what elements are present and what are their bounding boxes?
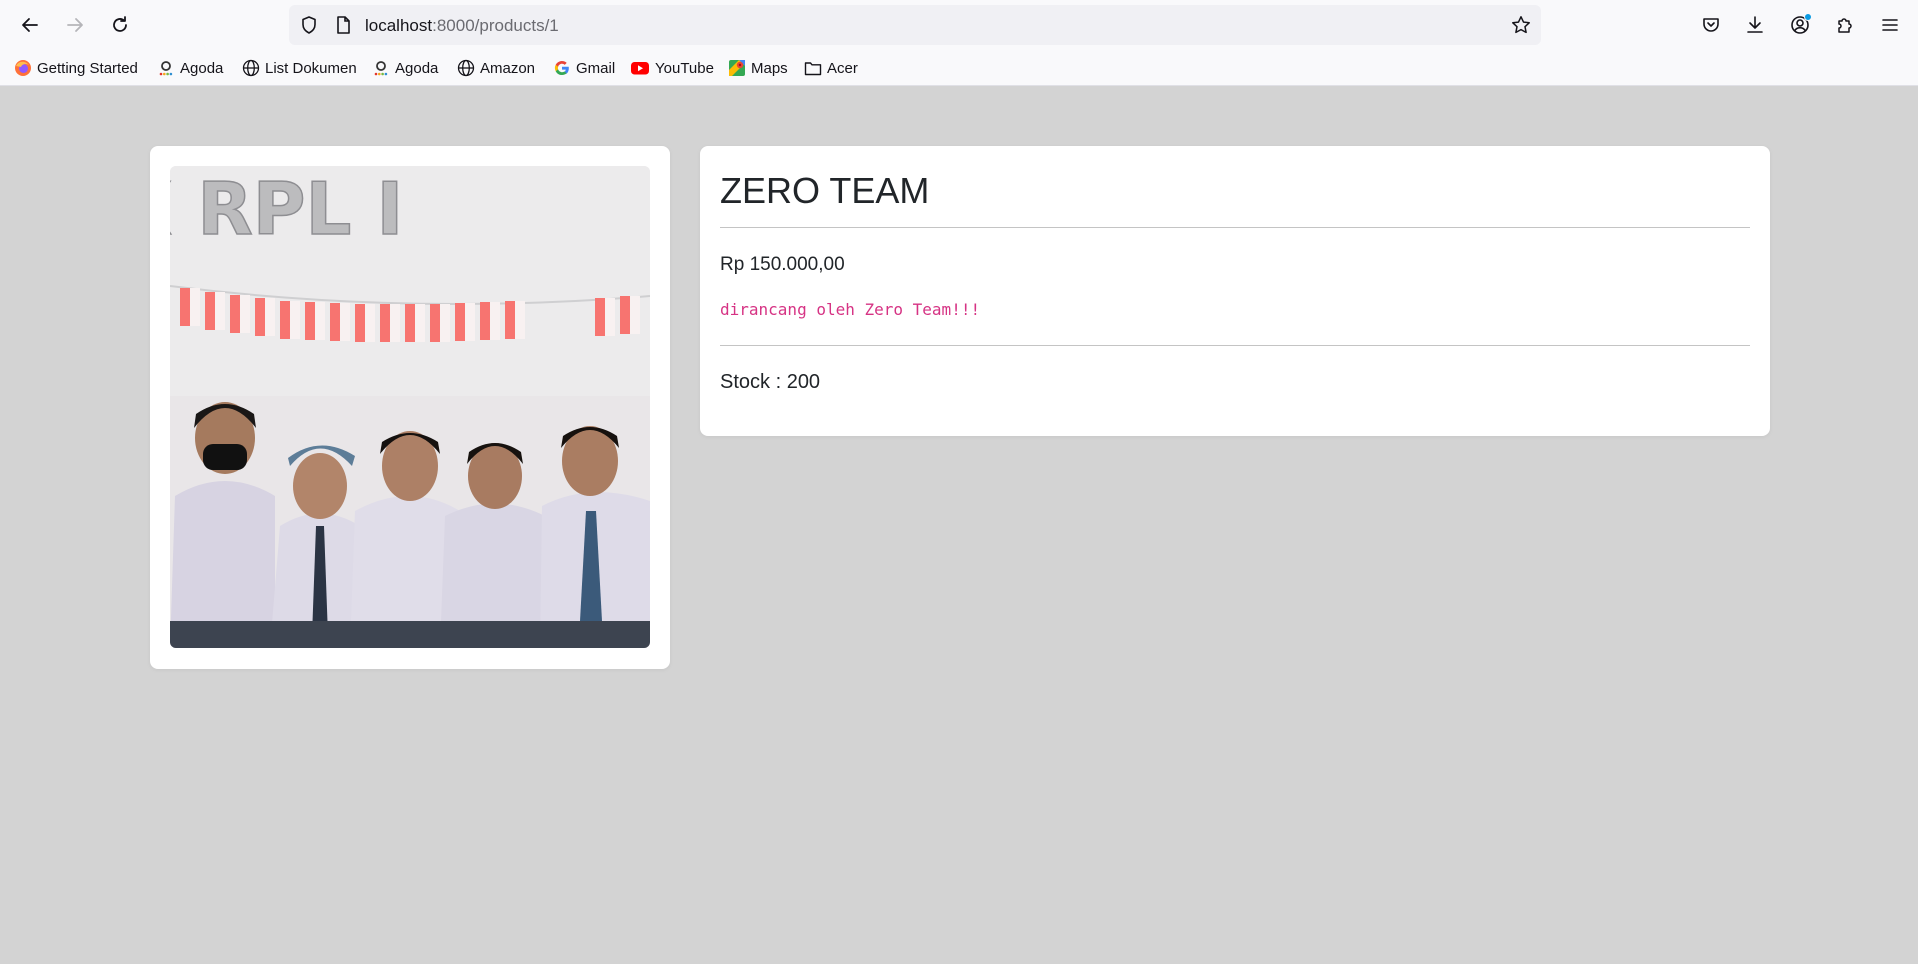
agoda-icon: [372, 59, 390, 77]
bookmark-label: Agoda: [180, 59, 224, 77]
product-title: ZERO TEAM: [720, 170, 930, 211]
bookmark-label: List Dokumen: [265, 59, 357, 77]
bookmark-label: Gmail: [576, 59, 616, 77]
bookmark-acer-folder[interactable]: Acer: [804, 57, 858, 79]
bookmark-youtube[interactable]: YouTube: [630, 57, 714, 79]
shield-icon[interactable]: [299, 15, 319, 35]
pocket-icon: [1703, 18, 1719, 32]
back-button[interactable]: [13, 8, 47, 42]
bookmarks-bar: Getting Started Agoda List Dokumen Agoda…: [0, 50, 1918, 86]
url-bar[interactable]: localhost:8000/products/1: [289, 5, 1541, 45]
notification-dot: [1804, 13, 1812, 21]
product-image: X RPL I: [170, 166, 650, 648]
youtube-icon: [630, 59, 650, 77]
bookmark-gmail[interactable]: Gmail: [553, 57, 615, 79]
page-icon[interactable]: [333, 15, 353, 35]
bookmark-getting-started[interactable]: Getting Started: [14, 57, 138, 79]
bookmark-label: Getting Started: [37, 59, 138, 77]
pocket-button[interactable]: [1694, 8, 1728, 42]
bookmark-agoda[interactable]: Agoda: [157, 57, 223, 79]
globe-icon: [242, 59, 260, 77]
downloads-button[interactable]: [1738, 8, 1772, 42]
product-image-card: X RPL I: [150, 146, 670, 669]
reload-button[interactable]: [103, 8, 137, 42]
menu-button[interactable]: [1873, 8, 1907, 42]
product-stock: Stock : 200: [720, 371, 821, 393]
product-description: dirancang oleh Zero Team!!!: [720, 300, 981, 319]
bookmark-label: Amazon: [480, 59, 536, 77]
divider: [720, 227, 1750, 228]
bookmark-amazon[interactable]: Amazon: [457, 57, 535, 79]
download-icon: [1747, 16, 1763, 33]
account-button[interactable]: [1783, 8, 1817, 42]
forward-button[interactable]: [58, 8, 92, 42]
star-icon[interactable]: [1511, 15, 1531, 35]
maps-icon: [728, 59, 746, 77]
url-host: localhost: [365, 16, 433, 35]
bookmark-label: Maps: [751, 59, 788, 77]
globe-icon: [457, 59, 475, 77]
extensions-button[interactable]: [1828, 8, 1862, 42]
folder-icon: [804, 59, 822, 77]
product-info-card: ZERO TEAM Rp 150.000,00 dirancang oleh Z…: [700, 146, 1770, 436]
bookmark-maps[interactable]: Maps: [728, 57, 788, 79]
bookmark-agoda-2[interactable]: Agoda: [372, 57, 438, 79]
divider: [720, 345, 1750, 346]
product-price: Rp 150.000,00: [720, 254, 845, 275]
reload-icon: [113, 16, 127, 32]
bookmark-label: Acer: [827, 59, 858, 77]
browser-toolbar: localhost:8000/products/1: [0, 0, 1918, 50]
bookmark-label: YouTube: [655, 59, 714, 77]
puzzle-icon: [1838, 18, 1852, 33]
url-path: :8000/products/1: [432, 16, 559, 35]
google-icon: [553, 59, 571, 77]
hamburger-menu-icon: [1882, 19, 1898, 31]
arrow-right-icon: [67, 18, 83, 32]
firefox-icon: [14, 59, 32, 77]
arrow-left-icon: [22, 18, 38, 32]
balloon-letters: X RPL I: [170, 167, 403, 251]
bookmark-label: Agoda: [395, 59, 439, 77]
url-text[interactable]: localhost:8000/products/1: [365, 16, 559, 36]
bookmark-list-dokumen[interactable]: List Dokumen: [242, 57, 357, 79]
students-group: [170, 402, 650, 648]
agoda-icon: [157, 59, 175, 77]
